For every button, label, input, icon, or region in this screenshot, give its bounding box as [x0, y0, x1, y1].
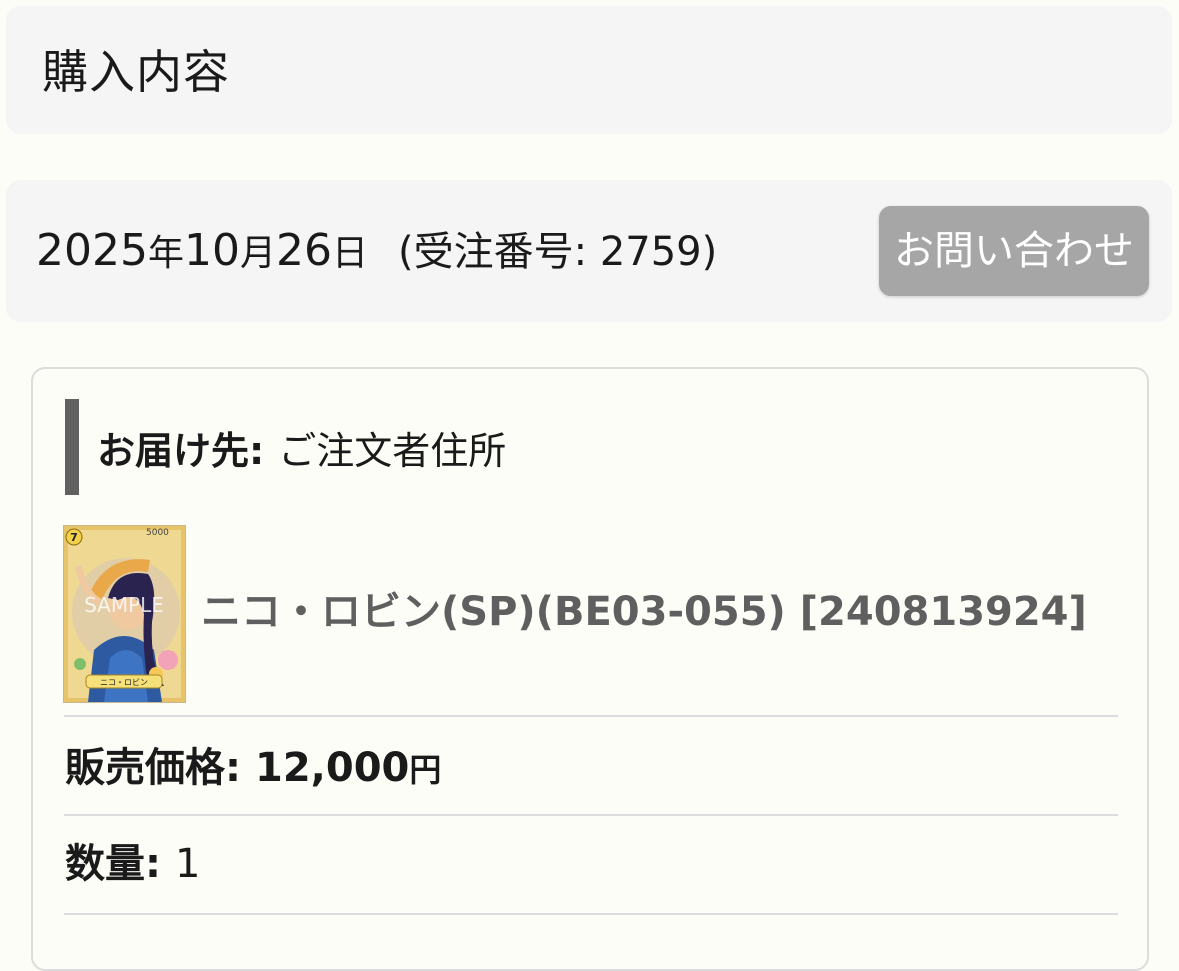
price-label: 販売価格:: [65, 745, 241, 791]
card-image: 7 5000 SAMPLE ニコ・ロビン: [64, 526, 185, 702]
order-summary: 2025年10月26日 (受注番号: 2759) お問い合わせ: [6, 180, 1172, 322]
shipping-destination: お届け先: ご注文者住所: [65, 399, 506, 495]
quantity-value: 1: [175, 841, 201, 887]
card-cost: 7: [70, 531, 78, 544]
order-item-card: お届け先: ご注文者住所 7 5000 SAMPLE ニコ・ロビン ニコ・ロビン…: [31, 367, 1149, 971]
order-number: (受注番号: 2759): [398, 229, 718, 275]
order-day-unit: 日: [332, 233, 369, 274]
sample-watermark: SAMPLE: [84, 593, 164, 617]
quantity-label: 数量:: [65, 841, 161, 887]
order-date-line: 2025年10月26日 (受注番号: 2759): [36, 224, 717, 281]
divider: [64, 715, 1118, 717]
card-name-label: ニコ・ロビン: [100, 678, 148, 687]
order-month-unit: 月: [240, 233, 277, 274]
shipping-label: お届け先:: [97, 428, 265, 473]
shipping-value: ご注文者住所: [278, 428, 507, 473]
order-year-unit: 年: [147, 233, 184, 274]
price-unit: 円: [409, 751, 442, 789]
page-header: 購入内容: [6, 6, 1172, 134]
product-thumbnail[interactable]: 7 5000 SAMPLE ニコ・ロビン: [63, 525, 186, 703]
accent-bar: [65, 399, 79, 495]
page-title: 購入内容: [42, 45, 230, 99]
quantity-row: 数量: 1: [65, 837, 200, 891]
price-value: 12,000: [255, 745, 410, 791]
order-year: 2025: [36, 225, 148, 276]
price-row: 販売価格: 12,000円: [65, 741, 441, 797]
divider: [64, 913, 1118, 915]
card-power: 5000: [146, 528, 169, 538]
order-day: 26: [276, 225, 333, 276]
product-name-link[interactable]: ニコ・ロビン(SP)(BE03-055) [240813924]: [201, 585, 1087, 639]
divider: [64, 814, 1118, 816]
inquiry-button[interactable]: お問い合わせ: [879, 206, 1149, 296]
order-month: 10: [184, 225, 240, 276]
